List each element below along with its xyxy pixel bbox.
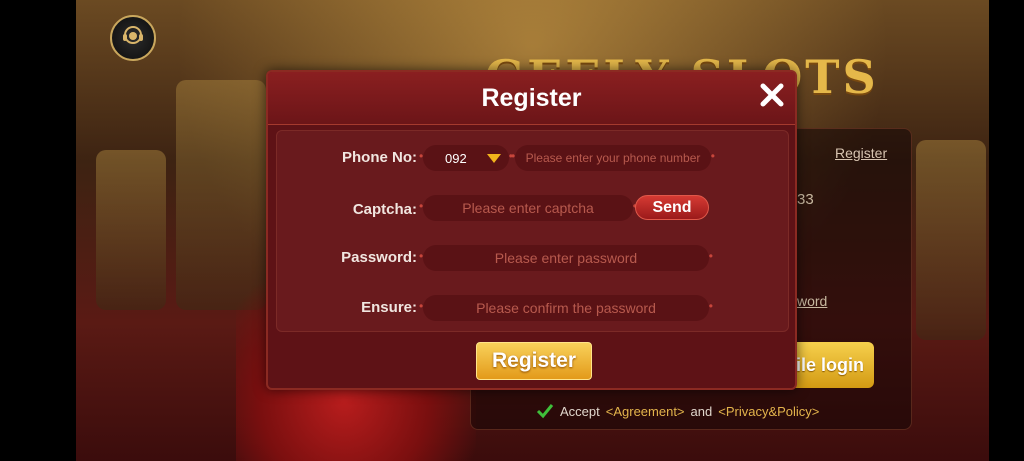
country-code-select[interactable]: 092: [419, 145, 513, 171]
privacy-policy-link[interactable]: <Privacy&Policy>: [718, 404, 819, 419]
accept-text: Accept: [560, 403, 600, 419]
close-icon: [759, 82, 785, 113]
agreement-row: Accept <Agreement> and <Privacy&Policy>: [536, 403, 819, 419]
send-captcha-button[interactable]: Send: [635, 195, 709, 220]
background-forgot-link[interactable]: word: [797, 293, 827, 309]
register-dialog: Register Phone No: 092 Please enter your…: [266, 70, 797, 390]
ensure-label: Ensure:: [361, 299, 417, 316]
phone-label: Phone No:: [342, 149, 417, 166]
form-panel: Phone No: 092 Please enter your phone nu…: [276, 130, 789, 332]
check-icon[interactable]: [536, 403, 554, 419]
captcha-label: Captcha:: [352, 201, 417, 218]
customer-support-button[interactable]: [110, 15, 156, 61]
password-label: Password:: [341, 249, 417, 266]
headset-icon: [119, 22, 147, 55]
slot-machine-right: [916, 140, 986, 340]
dialog-title: Register: [481, 84, 582, 112]
phone-input[interactable]: Please enter your phone number: [511, 145, 715, 171]
dropdown-caret-icon: [487, 154, 501, 163]
captcha-input[interactable]: Please enter captcha: [419, 195, 637, 221]
and-text: and: [690, 403, 713, 419]
background-input-fragment: 33: [797, 191, 814, 208]
close-button[interactable]: [757, 82, 787, 112]
agreement-link[interactable]: <Agreement>: [606, 404, 685, 419]
dialog-header: Register: [268, 72, 795, 125]
slot-machine-far-left: [96, 150, 166, 310]
confirm-password-input[interactable]: Please confirm the password: [419, 295, 713, 321]
register-submit-button[interactable]: Register: [476, 342, 592, 380]
password-input[interactable]: Please enter password: [419, 245, 713, 271]
background-register-link[interactable]: Register: [835, 145, 887, 161]
country-code-value: 092: [445, 151, 467, 166]
